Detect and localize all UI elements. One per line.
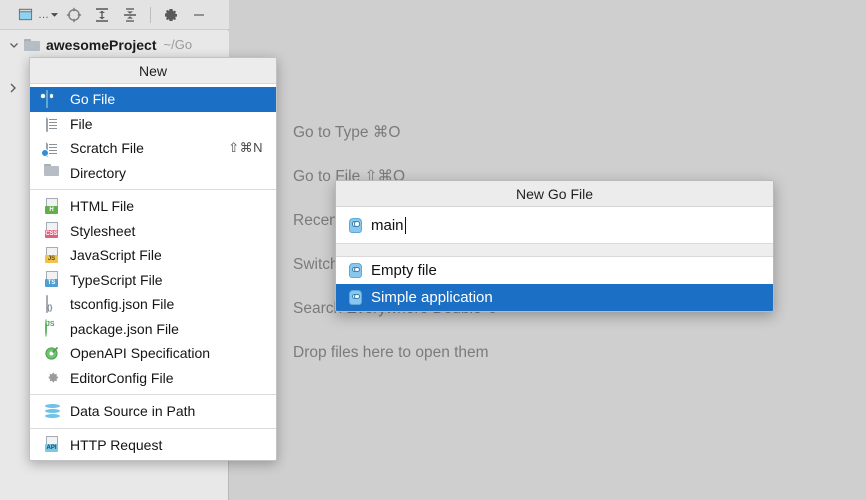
go-template-option-label: Empty file (371, 262, 437, 279)
menu-item-file[interactable]: File (30, 112, 276, 137)
menu-item-label: Go File (70, 91, 276, 107)
tsconfig-file-icon: {} (44, 296, 61, 313)
menu-item-tsconfig-json-file[interactable]: {} tsconfig.json File (30, 292, 276, 317)
menu-item-label: JavaScript File (70, 247, 276, 263)
http-request-icon: API (44, 436, 61, 453)
project-root-path: ~/Go (164, 37, 193, 52)
menu-item-scratch-file[interactable]: Scratch File ⇧⌘N (30, 136, 276, 161)
editor-hint-drop-files: Drop files here to open them (293, 344, 489, 362)
go-file-icon (44, 91, 61, 108)
js-file-icon: JS (44, 247, 61, 264)
settings-button[interactable] (158, 3, 184, 27)
menu-item-label: HTTP Request (70, 437, 276, 453)
directory-icon (44, 164, 61, 181)
expand-all-button[interactable] (89, 3, 115, 27)
menu-item-html-file[interactable]: H HTML File (30, 194, 276, 219)
menu-item-label: EditorConfig File (70, 370, 276, 386)
toolbar-separator (150, 7, 151, 23)
menu-item-label: TypeScript File (70, 272, 276, 288)
go-template-option-empty-file[interactable]: Empty file (336, 257, 773, 284)
menu-item-label: Directory (70, 165, 276, 181)
collapse-all-icon (122, 7, 138, 23)
menu-item-openapi-specification[interactable]: OpenAPI Specification (30, 341, 276, 366)
editor-hint-go-to-type: Go to Type ⌘O (293, 123, 400, 142)
window-icon (18, 7, 33, 22)
tree-child-chevron-icon[interactable] (8, 82, 18, 97)
menu-item-label: package.json File (70, 321, 276, 337)
project-view-selector-button[interactable] (12, 3, 38, 27)
menu-item-go-file[interactable]: Go File (30, 87, 276, 112)
expand-all-icon (94, 7, 110, 23)
project-toolbar: … (0, 0, 229, 30)
scratch-file-icon (44, 140, 61, 157)
go-file-icon (349, 290, 362, 305)
select-opened-file-button[interactable] (61, 3, 87, 27)
go-template-option-simple-application[interactable]: Simple application (336, 284, 773, 311)
menu-item-label: File (70, 116, 276, 132)
ellipsis-label: … (38, 9, 49, 21)
tree-expand-chevron-icon[interactable] (6, 40, 22, 50)
file-icon (44, 115, 61, 132)
menu-item-data-source-in-path[interactable]: Data Source in Path (30, 399, 276, 424)
new-go-file-name-input-row[interactable]: main (336, 207, 773, 244)
openapi-icon (44, 345, 61, 362)
menu-item-directory[interactable]: Directory (30, 161, 276, 186)
new-context-menu[interactable]: New Go File File Scratch File ⇧⌘N Direct… (29, 57, 277, 461)
menu-item-editorconfig-file[interactable]: EditorConfig File (30, 366, 276, 391)
ide-window: Go to Type ⌘O Go to File ⇧⌘O Recent File… (0, 0, 866, 500)
gear-icon (163, 7, 179, 23)
menu-separator (30, 428, 276, 429)
chevron-down-icon (50, 10, 59, 19)
hide-tool-window-button[interactable] (186, 3, 212, 27)
new-go-file-dialog[interactable]: New Go File main Empty file Simple appli… (335, 180, 774, 312)
go-template-option-label: Simple application (371, 289, 493, 306)
new-go-file-dialog-title: New Go File (336, 181, 773, 207)
database-icon (44, 403, 61, 420)
project-tree-root-row[interactable]: awesomeProject ~/Go (0, 31, 229, 58)
project-folder-icon (24, 38, 40, 51)
menu-item-label: Scratch File (70, 140, 228, 156)
menu-item-label: OpenAPI Specification (70, 345, 276, 361)
html-file-icon: H (44, 198, 61, 215)
go-file-icon (349, 263, 362, 278)
editorconfig-icon (44, 369, 61, 386)
menu-item-label: HTML File (70, 198, 276, 214)
minimize-icon (191, 7, 207, 23)
menu-item-label: tsconfig.json File (70, 296, 276, 312)
menu-item-javascript-file[interactable]: JS JavaScript File (30, 243, 276, 268)
package-json-icon: JS (44, 320, 61, 337)
go-file-icon (349, 218, 362, 233)
project-root-name: awesomeProject (46, 37, 157, 53)
new-menu-title: New (30, 58, 276, 84)
menu-item-label: Stylesheet (70, 223, 276, 239)
ts-file-icon: TS (44, 271, 61, 288)
menu-item-shortcut: ⇧⌘N (228, 140, 276, 156)
new-go-file-name-value: main (371, 217, 404, 234)
collapse-all-button[interactable] (117, 3, 143, 27)
menu-item-typescript-file[interactable]: TS TypeScript File (30, 268, 276, 293)
menu-item-stylesheet[interactable]: CSS Stylesheet (30, 219, 276, 244)
dialog-divider (336, 244, 773, 257)
project-view-dropdown[interactable]: … (38, 9, 59, 21)
new-go-file-name-input[interactable]: main (371, 217, 406, 234)
menu-item-http-request[interactable]: API HTTP Request (30, 433, 276, 458)
text-caret (405, 217, 406, 234)
css-file-icon: CSS (44, 222, 61, 239)
menu-separator (30, 189, 276, 190)
menu-separator (30, 394, 276, 395)
target-icon (66, 7, 82, 23)
menu-item-label: Data Source in Path (70, 403, 276, 419)
menu-item-package-json-file[interactable]: JS package.json File (30, 317, 276, 342)
